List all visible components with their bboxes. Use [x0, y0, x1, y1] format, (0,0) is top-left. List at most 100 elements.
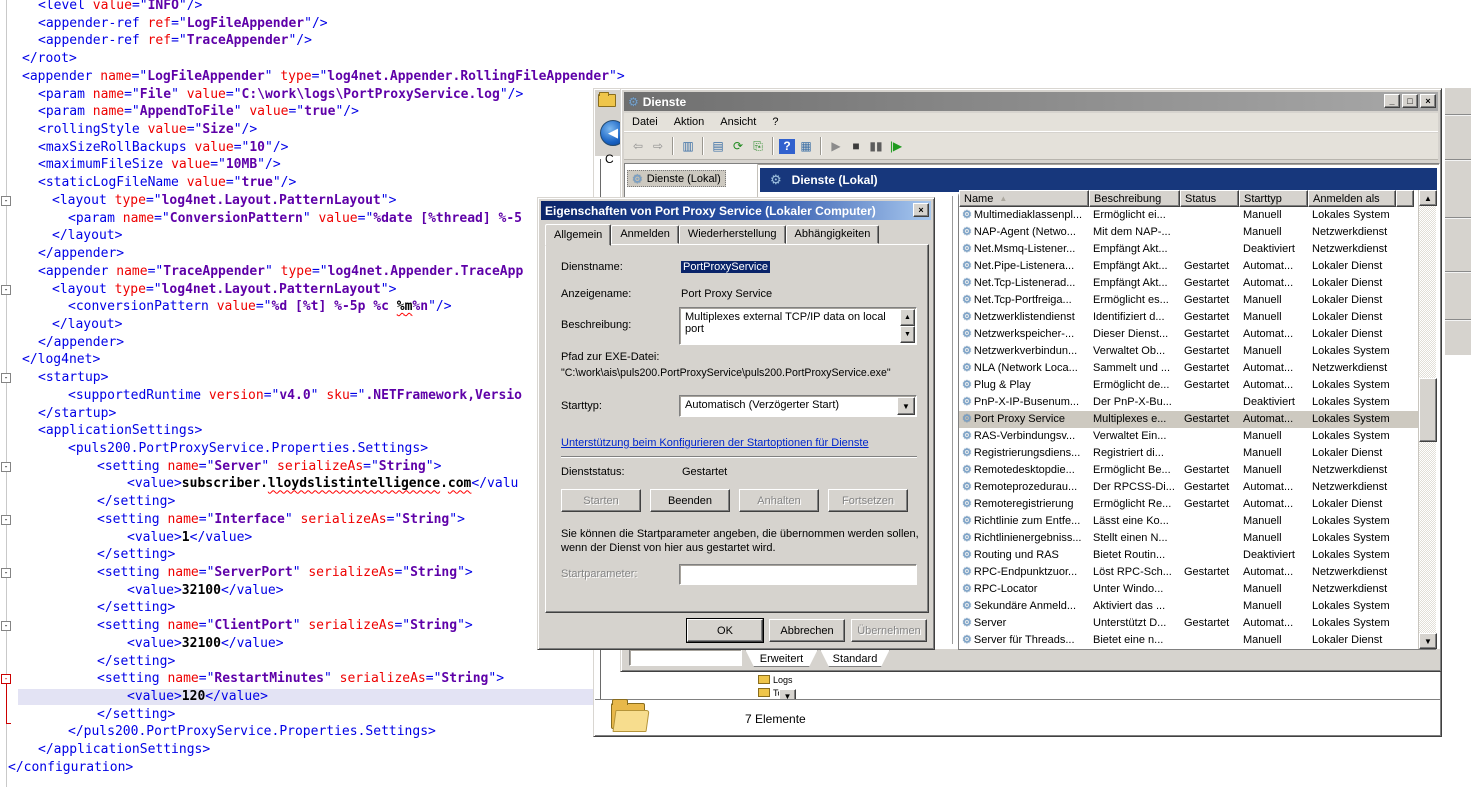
service-row[interactable]: ⚙Server für Threads...Bietet eine n...Ma… [959, 632, 1436, 649]
tab-allgemein[interactable]: Allgemein [545, 224, 611, 246]
service-row[interactable]: ⚙Richtlinienergebniss...Stellt einen N..… [959, 530, 1436, 547]
scroll-up-button[interactable]: ▲ [1419, 190, 1437, 206]
column-header-starttyp[interactable]: Starttyp [1239, 190, 1308, 207]
service-row[interactable]: ⚙Netzwerkspeicher-...Dieser Dienst...Ges… [959, 326, 1436, 343]
scroll-down-button[interactable]: ▼ [1419, 633, 1437, 649]
fold-toggle-icon[interactable]: - [1, 674, 11, 684]
bernehmen-button[interactable]: Übernehmen [851, 619, 927, 642]
combo-dropdown-button[interactable]: ▼ [897, 397, 915, 415]
starten-button[interactable]: Starten [561, 489, 641, 512]
service-cell: Verwaltet Ob... [1089, 343, 1180, 360]
tab-wiederherstellung[interactable]: Wiederherstellung [679, 225, 786, 244]
help-icon[interactable]: ? [779, 139, 795, 154]
anhalten-button[interactable]: Anhalten [739, 489, 819, 512]
description-pane-icon[interactable]: ▦ [797, 138, 815, 155]
service-row[interactable]: ⚙Registrierungsdiens...Registriert di...… [959, 445, 1436, 462]
code-line: <staticLogFileName value="true"/> [0, 174, 625, 192]
service-row[interactable]: ⚙Net.Msmq-Listener...Empfängt Akt...Deak… [959, 241, 1436, 258]
folder-item[interactable]: Logs [758, 675, 848, 686]
service-row[interactable]: ⚙ServerUnterstützt D...GestartetAutomat.… [959, 615, 1436, 632]
service-row[interactable]: ⚙NAP-Agent (Netwo...Mit dem NAP-...Manue… [959, 224, 1436, 241]
toolbar-separator [772, 137, 774, 155]
fold-toggle-icon[interactable]: - [1, 196, 11, 206]
service-row[interactable]: ⚙Netzwerkverbindun...Verwaltet Ob...Gest… [959, 343, 1436, 360]
dialog-titlebar[interactable]: Eigenschaften von Port Proxy Service (Lo… [541, 201, 931, 220]
close-button[interactable]: × [1420, 94, 1436, 108]
service-row[interactable]: ⚙Net.Tcp-Portfreiga...Ermöglicht es...Ge… [959, 292, 1436, 309]
tab-anmelden[interactable]: Anmelden [611, 225, 679, 244]
menu-aktion[interactable]: Aktion [666, 114, 713, 130]
properties-icon[interactable]: ▤ [709, 138, 727, 155]
column-header-beschreibung[interactable]: Beschreibung [1089, 190, 1180, 207]
service-row[interactable]: ⚙Multimediaklassenpl...Ermöglicht ei...M… [959, 207, 1436, 224]
service-row[interactable]: ⚙Port Proxy ServiceMultiplexes e...Gesta… [959, 411, 1436, 428]
service-row[interactable]: ⚙Remoteprozedurau...Der RPCSS-Di...Gesta… [959, 479, 1436, 496]
fold-toggle-icon[interactable]: - [1, 621, 11, 631]
fortsetzen-button[interactable]: Fortsetzen [828, 489, 908, 512]
beenden-button[interactable]: Beenden [650, 489, 730, 512]
column-header-name[interactable]: Name▲ [959, 190, 1089, 207]
fold-toggle-icon[interactable]: - [1, 515, 11, 525]
folder-item[interactable]: Tools [758, 688, 848, 699]
tab-abhaengigkeiten[interactable]: Abhängigkeiten [786, 225, 880, 244]
startparameter-input[interactable] [679, 564, 917, 585]
close-button[interactable]: × [913, 203, 929, 217]
export-list-icon[interactable]: ⎘ [749, 138, 767, 155]
pane-splitter[interactable] [952, 196, 953, 644]
column-header-status[interactable]: Status [1180, 190, 1239, 207]
forward-icon[interactable]: ⇨ [649, 138, 667, 155]
maximize-button[interactable]: □ [1402, 94, 1418, 108]
tab-standard[interactable]: Standard [820, 649, 890, 667]
column-header-label: Beschreibung [1094, 193, 1161, 205]
beschreibung-field[interactable]: Multiplexes external TCP/IP data on loca… [679, 307, 917, 345]
service-row[interactable]: ⚙RemoteregistrierungErmöglicht Re...Gest… [959, 496, 1436, 513]
service-cell: Verwaltet Ein... [1089, 428, 1180, 445]
vertical-scrollbar[interactable]: ▲ ▼ [1418, 190, 1436, 649]
start-service-icon[interactable]: ▶ [827, 138, 845, 155]
fold-toggle-icon[interactable]: - [1, 285, 11, 295]
starttyp-select[interactable]: Automatisch (Verzögerter Start) ▼ [679, 395, 917, 417]
desc-scroll-up-button[interactable]: ▲ [900, 309, 915, 326]
fold-toggle-icon[interactable]: - [1, 373, 11, 383]
startoptions-help-link[interactable]: Unterstützung beim Konfigurieren der Sta… [561, 437, 869, 449]
services-titlebar[interactable]: ⚙ Dienste _□× [624, 92, 1438, 111]
desc-scroll-down-button[interactable]: ▼ [900, 326, 915, 343]
column-header-anmelden-als[interactable]: Anmelden als [1308, 190, 1396, 207]
tree-item-dienste-lokal[interactable]: ⚙ Dienste (Lokal) [627, 170, 726, 187]
toolbar-separator [702, 137, 704, 155]
minimize-button[interactable]: _ [1384, 94, 1400, 108]
ok-button[interactable]: OK [687, 619, 763, 642]
pause-service-icon[interactable]: ▮▮ [867, 138, 885, 155]
service-row[interactable]: ⚙Plug & PlayErmöglicht de...GestartetAut… [959, 377, 1436, 394]
fold-toggle-icon[interactable]: - [1, 568, 11, 578]
restart-service-icon[interactable]: |▶ [887, 138, 905, 155]
service-row[interactable]: ⚙Net.Tcp-Listenerad...Empfängt Akt...Ges… [959, 275, 1436, 292]
menu-hilfe[interactable]: ? [764, 114, 786, 130]
service-row[interactable]: ⚙Sekundäre Anmeld...Aktiviert das ...Man… [959, 598, 1436, 615]
menu-datei[interactable]: Datei [624, 114, 666, 130]
abbrechen-button[interactable]: Abbrechen [769, 619, 845, 642]
code-line: <value>1</value> [0, 529, 625, 547]
stop-service-icon[interactable]: ■ [847, 138, 865, 155]
service-cell: Manuell [1239, 530, 1308, 547]
console-tree-icon[interactable]: ▥ [679, 138, 697, 155]
service-row[interactable]: ⚙PnP-X-IP-Busenum...Der PnP-X-Bu...Deakt… [959, 394, 1436, 411]
fold-toggle-icon[interactable]: - [1, 462, 11, 472]
back-icon[interactable]: ⇦ [629, 138, 647, 155]
refresh-icon[interactable]: ⟳ [729, 138, 747, 155]
menu-ansicht[interactable]: Ansicht [712, 114, 764, 130]
scrollbar-thumb[interactable] [1419, 378, 1437, 442]
service-row[interactable]: ⚙NLA (Network Loca...Sammelt und ...Gest… [959, 360, 1436, 377]
service-row[interactable]: ⚙Richtlinie zum Entfe...Lässt eine Ko...… [959, 513, 1436, 530]
service-row[interactable]: ⚙Net.Pipe-Listenera...Empfängt Akt...Ges… [959, 258, 1436, 275]
tab-page: Dienstname: PortProxyService Anzeigename… [545, 244, 929, 613]
service-row[interactable]: ⚙Remotedesktopdie...Ermöglicht Be...Gest… [959, 462, 1436, 479]
service-row[interactable]: ⚙Routing und RASBietet Routin...Deaktivi… [959, 547, 1436, 564]
tab-erweitert[interactable]: Erweitert [745, 649, 818, 667]
service-row[interactable]: ⚙NetzwerklistendienstIdentifiziert d...G… [959, 309, 1436, 326]
toolbar-separator [672, 137, 674, 155]
service-row[interactable]: ⚙RPC-LocatorUnter Windo...ManuellNetzwer… [959, 581, 1436, 598]
service-row[interactable]: ⚙RAS-Verbindungsv...Verwaltet Ein...Manu… [959, 428, 1436, 445]
filter-box[interactable] [629, 649, 742, 666]
service-row[interactable]: ⚙RPC-Endpunktzuor...Löst RPC-Sch...Gesta… [959, 564, 1436, 581]
